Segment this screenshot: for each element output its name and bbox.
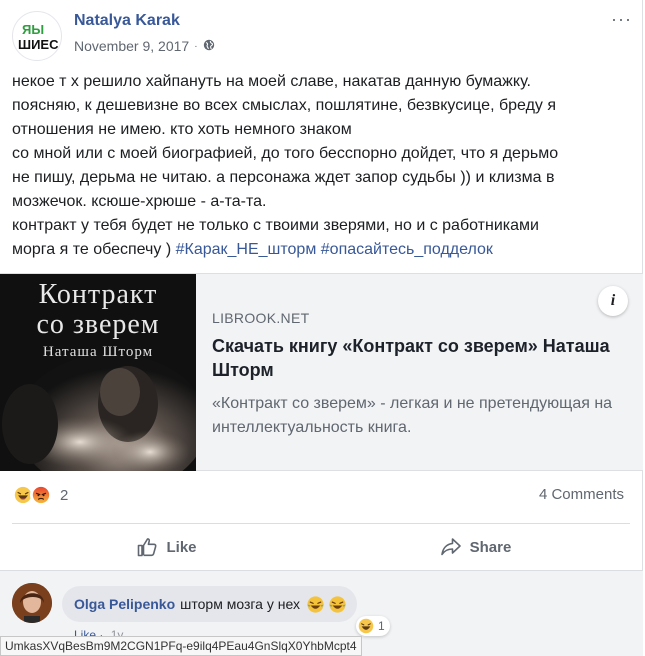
book-cover-image: Контракт со зверем Наташа Шторм <box>0 274 196 471</box>
comments-count-link[interactable]: 4 Comments <box>539 486 624 503</box>
cover-title-line: со зверем <box>36 309 160 340</box>
post-text-line: не пишу, дерьма не читаю. а персонажа жд… <box>12 169 555 186</box>
post-text-last-line: морга я те обеспечу ) #Карак_НЕ_шторм #о… <box>12 238 632 262</box>
commenter-avatar[interactable] <box>12 583 52 623</box>
post-text-line: контракт у тебя будет не только с твоими… <box>12 217 539 234</box>
link-domain: LIBROOK.NET <box>212 310 310 326</box>
share-arrow-icon <box>440 538 461 556</box>
avatar-logo-top: ЯЫ <box>22 22 44 37</box>
share-label: Share <box>469 538 512 556</box>
link-title[interactable]: Скачать книгу «Контракт со зверем» Наташ… <box>212 334 632 382</box>
info-icon[interactable]: i <box>598 286 628 316</box>
post-header: ЯЫ ШИЕС Natalya Karak November 9, 2017 ·… <box>12 8 632 61</box>
comment-reaction-badge[interactable]: 1 <box>356 616 390 636</box>
divider <box>12 523 630 524</box>
post-text: некое т х решило хайпануть на моей славе… <box>12 70 632 262</box>
post-text-line: со мной или с моей биографией, до того б… <box>12 145 559 162</box>
post-actions: Like Share <box>12 530 630 564</box>
avatar-logo-bottom: ШИЕС <box>18 37 59 52</box>
cover-title-line: Контракт <box>38 279 158 310</box>
facebook-post: ЯЫ ШИЕС Natalya Karak November 9, 2017 ·… <box>0 0 643 656</box>
more-options-icon[interactable]: ··· <box>611 10 632 28</box>
post-date[interactable]: November 9, 2017 <box>74 38 189 54</box>
status-bar-url: UmkasXVqBesBm9M2CGN1PFq-e9ilq4PEau4GnSlq… <box>0 636 362 656</box>
cover-author: Наташа Шторм <box>42 344 154 360</box>
like-label: Like <box>166 538 197 556</box>
link-preview-card[interactable]: Контракт со зверем Наташа Шторм LIBROOK.… <box>0 273 643 471</box>
reactions-summary[interactable]: 2 <box>12 484 68 506</box>
meta-separator: · <box>194 40 198 52</box>
post-text-line: морга я те обеспечу ) <box>12 241 176 258</box>
post-text-line: поясняю, к дешевизне во всех смыслах, по… <box>12 97 557 114</box>
tears-of-joy-emoji-icon <box>307 595 324 613</box>
share-button[interactable]: Share <box>321 530 630 564</box>
like-button[interactable]: Like <box>12 530 321 564</box>
comment-bubble: Olga Pelipenko шторм мозга у нех <box>62 586 357 622</box>
globe-icon <box>203 38 215 54</box>
commenter-name[interactable]: Olga Pelipenko <box>74 596 175 612</box>
comment-text: шторм мозга у нех <box>180 596 300 612</box>
author-name[interactable]: Natalya Karak <box>74 12 180 30</box>
link-description: «Контракт со зверем» - легкая и не прете… <box>212 395 613 436</box>
angry-icon <box>30 484 52 506</box>
post-text-line: отношения не имею. кто хоть немного знак… <box>12 121 352 138</box>
cover-title: Контракт со зверем <box>18 280 178 340</box>
haha-icon <box>358 618 374 634</box>
post-meta: November 9, 2017 · <box>74 38 215 54</box>
comment-reaction-count: 1 <box>378 619 385 633</box>
thumbs-up-icon <box>138 538 157 557</box>
reaction-count: 2 <box>60 486 69 504</box>
tears-of-joy-emoji-icon <box>329 595 346 613</box>
hashtag-link[interactable]: #Карак_НЕ_шторм <box>176 241 317 258</box>
hashtag-link[interactable]: #опасайтесь_подделок <box>321 241 493 258</box>
post-text-line: мозжечок. ксюше-хрюше - а-та-та. <box>12 193 267 210</box>
author-avatar[interactable]: ЯЫ ШИЕС <box>12 11 62 61</box>
post-text-line: некое т х решило хайпануть на моей славе… <box>12 73 531 90</box>
link-info: LIBROOK.NET Скачать книгу «Контракт со з… <box>212 310 632 440</box>
